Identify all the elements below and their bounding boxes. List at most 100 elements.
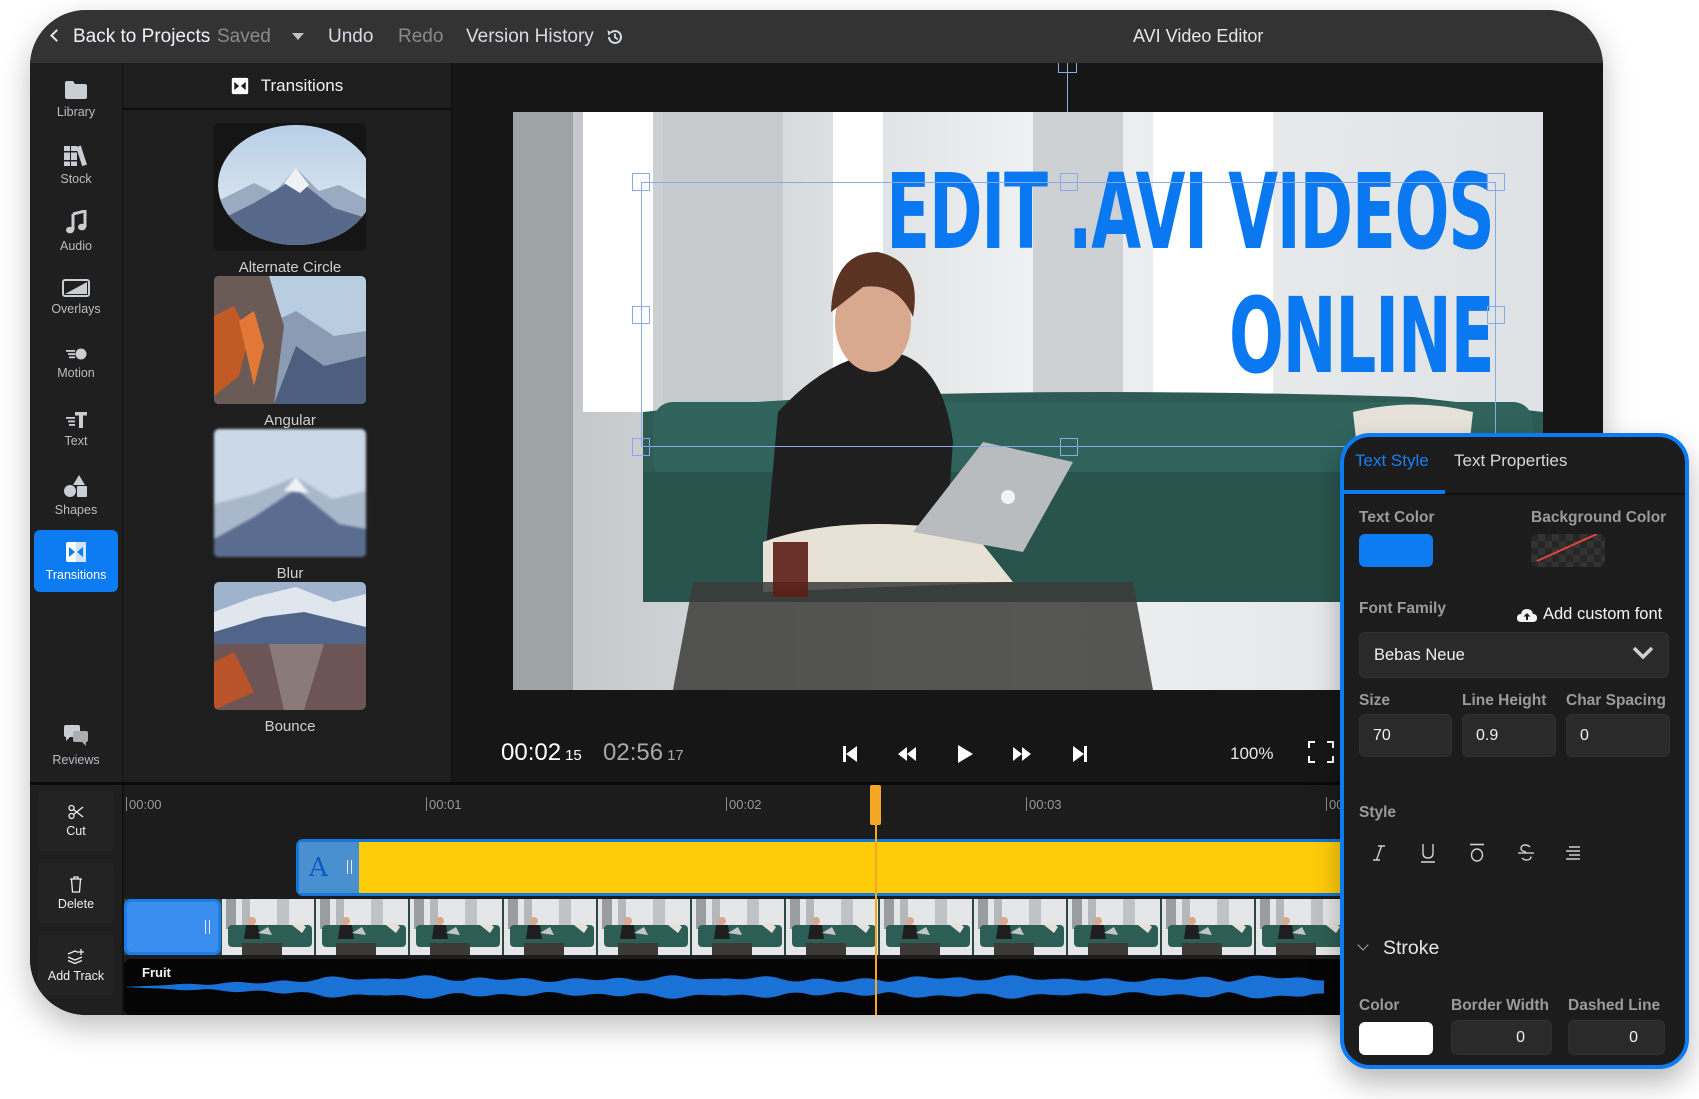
transition-thumbnail: [214, 123, 366, 251]
delete-button[interactable]: Delete: [38, 863, 114, 923]
sidebar-item-stock[interactable]: Stock: [34, 134, 118, 196]
sidebar-item-shapes[interactable]: Shapes: [34, 464, 118, 526]
transition-item-alternate-circle[interactable]: Alternate Circle: [214, 123, 366, 276]
resize-handle-left[interactable]: [632, 306, 650, 324]
sidebar-item-audio[interactable]: Audio: [34, 200, 118, 262]
timeline-tools: Cut Delete Add Track: [30, 785, 123, 1015]
stroke-color-swatch[interactable]: [1359, 1022, 1433, 1055]
skip-start-icon: [843, 746, 857, 762]
text-selection-box[interactable]: [632, 173, 1505, 456]
char-spacing-input[interactable]: 0: [1566, 714, 1670, 757]
text-clip-handle[interactable]: A: [299, 842, 359, 893]
chat-bubbles-icon: [64, 724, 88, 746]
transitions-panel: Transitions Alternate Circle Angular Blu…: [123, 63, 453, 782]
transition-label: Alternate Circle: [238, 259, 342, 276]
underline-button[interactable]: [1413, 838, 1443, 868]
redo-button[interactable]: Redo: [398, 10, 443, 63]
align-right-button[interactable]: [1558, 838, 1588, 868]
strikethrough-button[interactable]: [1511, 838, 1541, 868]
video-thumbnail-frame: [410, 899, 502, 955]
add-custom-font-button[interactable]: Add custom font: [1516, 605, 1662, 624]
dashed-line-input[interactable]: 0: [1568, 1020, 1665, 1055]
border-width-input[interactable]: 0: [1451, 1020, 1552, 1055]
add-track-button[interactable]: Add Track: [38, 935, 114, 995]
size-input[interactable]: 70: [1359, 714, 1452, 757]
drag-grip-icon[interactable]: [347, 860, 352, 874]
resize-handle-bottom[interactable]: [1060, 438, 1078, 456]
current-time-value: 00:02: [501, 739, 562, 766]
italic-button[interactable]: [1364, 838, 1394, 868]
properties-tabs: Text Style Text Properties: [1344, 437, 1685, 495]
version-history-label: Version History: [466, 26, 594, 47]
resize-handle-top-left[interactable]: [632, 173, 650, 191]
text-color-swatch[interactable]: [1359, 534, 1433, 567]
stroke-label: Stroke: [1383, 937, 1440, 959]
playhead-handle[interactable]: [870, 785, 881, 825]
align-right-icon: [1566, 846, 1580, 860]
drag-grip-icon[interactable]: [205, 920, 210, 934]
line-height-input[interactable]: 0.9: [1462, 714, 1556, 757]
add-custom-font-label: Add custom font: [1543, 605, 1663, 623]
sidebar-item-overlays[interactable]: Overlays: [34, 266, 118, 328]
rotate-handle[interactable]: [1058, 63, 1077, 73]
video-thumbnail-frame: [598, 899, 690, 955]
play-icon: [958, 745, 973, 763]
sidebar-item-text[interactable]: Text: [34, 398, 118, 460]
text-properties-panel: Text Style Text Properties Text Color Ba…: [1340, 433, 1689, 1069]
ruler-tick-label: 00:03: [1029, 797, 1062, 812]
video-thumbnail-frame: [692, 899, 784, 955]
border-width-label: Border Width: [1451, 997, 1550, 1014]
sidebar-item-reviews[interactable]: Reviews: [34, 714, 118, 776]
cut-button[interactable]: Cut: [38, 791, 114, 851]
underline-icon: [1421, 844, 1435, 863]
ruler-tick: [126, 797, 127, 811]
ruler-tick-label: 00:00: [129, 797, 162, 812]
transition-thumbnail: [214, 276, 366, 404]
sidebar-item-motion[interactable]: Motion: [34, 332, 118, 394]
style-label: Style: [1359, 804, 1397, 821]
line-height-label: Line Height: [1462, 692, 1547, 709]
add-track-label: Add Track: [47, 968, 105, 983]
video-thumbnail-frame: [786, 899, 878, 955]
sidebar-item-library[interactable]: Library: [34, 68, 118, 130]
resize-handle-top-right[interactable]: [1487, 173, 1505, 191]
overline-button[interactable]: [1462, 838, 1492, 868]
font-family-select[interactable]: Bebas Neue: [1359, 632, 1669, 678]
resize-handle-top[interactable]: [1060, 173, 1078, 191]
sidebar-item-label: Library: [56, 104, 96, 119]
zoom-level[interactable]: 100%: [1230, 744, 1273, 764]
rewind-button[interactable]: [893, 741, 921, 767]
video-thumbnail-frame: [880, 899, 972, 955]
video-clip-selected[interactable]: [124, 899, 221, 955]
current-frame: 15: [565, 747, 582, 764]
tab-text-style[interactable]: Text Style: [1355, 451, 1429, 471]
fullscreen-button[interactable]: [1308, 741, 1334, 768]
transition-item-angular[interactable]: Angular: [214, 276, 366, 429]
skip-to-start-button[interactable]: [836, 741, 864, 767]
sidebar-item-label: Overlays: [51, 301, 101, 316]
skip-to-end-button[interactable]: [1066, 741, 1094, 767]
video-thumbnail-frame: [504, 899, 596, 955]
sidebar-item-label: Reviews: [52, 752, 100, 767]
transition-item-blur[interactable]: Blur: [214, 429, 366, 582]
current-time: 00:02 15: [501, 739, 582, 767]
trash-icon: [70, 875, 82, 893]
resize-handle-bottom-left[interactable]: [632, 438, 650, 456]
undo-button[interactable]: Undo: [328, 10, 373, 63]
stroke-section-toggle[interactable]: Stroke: [1357, 937, 1440, 960]
sidebar-item-label: Transitions: [45, 567, 107, 582]
transition-item-bounce[interactable]: Bounce: [214, 582, 366, 735]
resize-handle-right[interactable]: [1487, 306, 1505, 324]
sidebar-item-label: Text: [64, 433, 88, 448]
background-color-swatch[interactable]: [1531, 533, 1605, 567]
version-history-button[interactable]: Version History: [466, 10, 625, 63]
fast-forward-button[interactable]: [1008, 741, 1036, 767]
video-thumbnail-frame: [1068, 899, 1160, 955]
back-to-projects-button[interactable]: Back to Projects: [50, 10, 210, 63]
overline-icon: [1470, 843, 1484, 862]
tab-text-properties[interactable]: Text Properties: [1454, 451, 1567, 471]
saved-dropdown-caret-icon[interactable]: [292, 33, 304, 40]
transitions-panel-header: Transitions: [123, 63, 451, 110]
play-button[interactable]: [951, 741, 979, 767]
sidebar-item-transitions[interactable]: Transitions: [34, 530, 118, 592]
